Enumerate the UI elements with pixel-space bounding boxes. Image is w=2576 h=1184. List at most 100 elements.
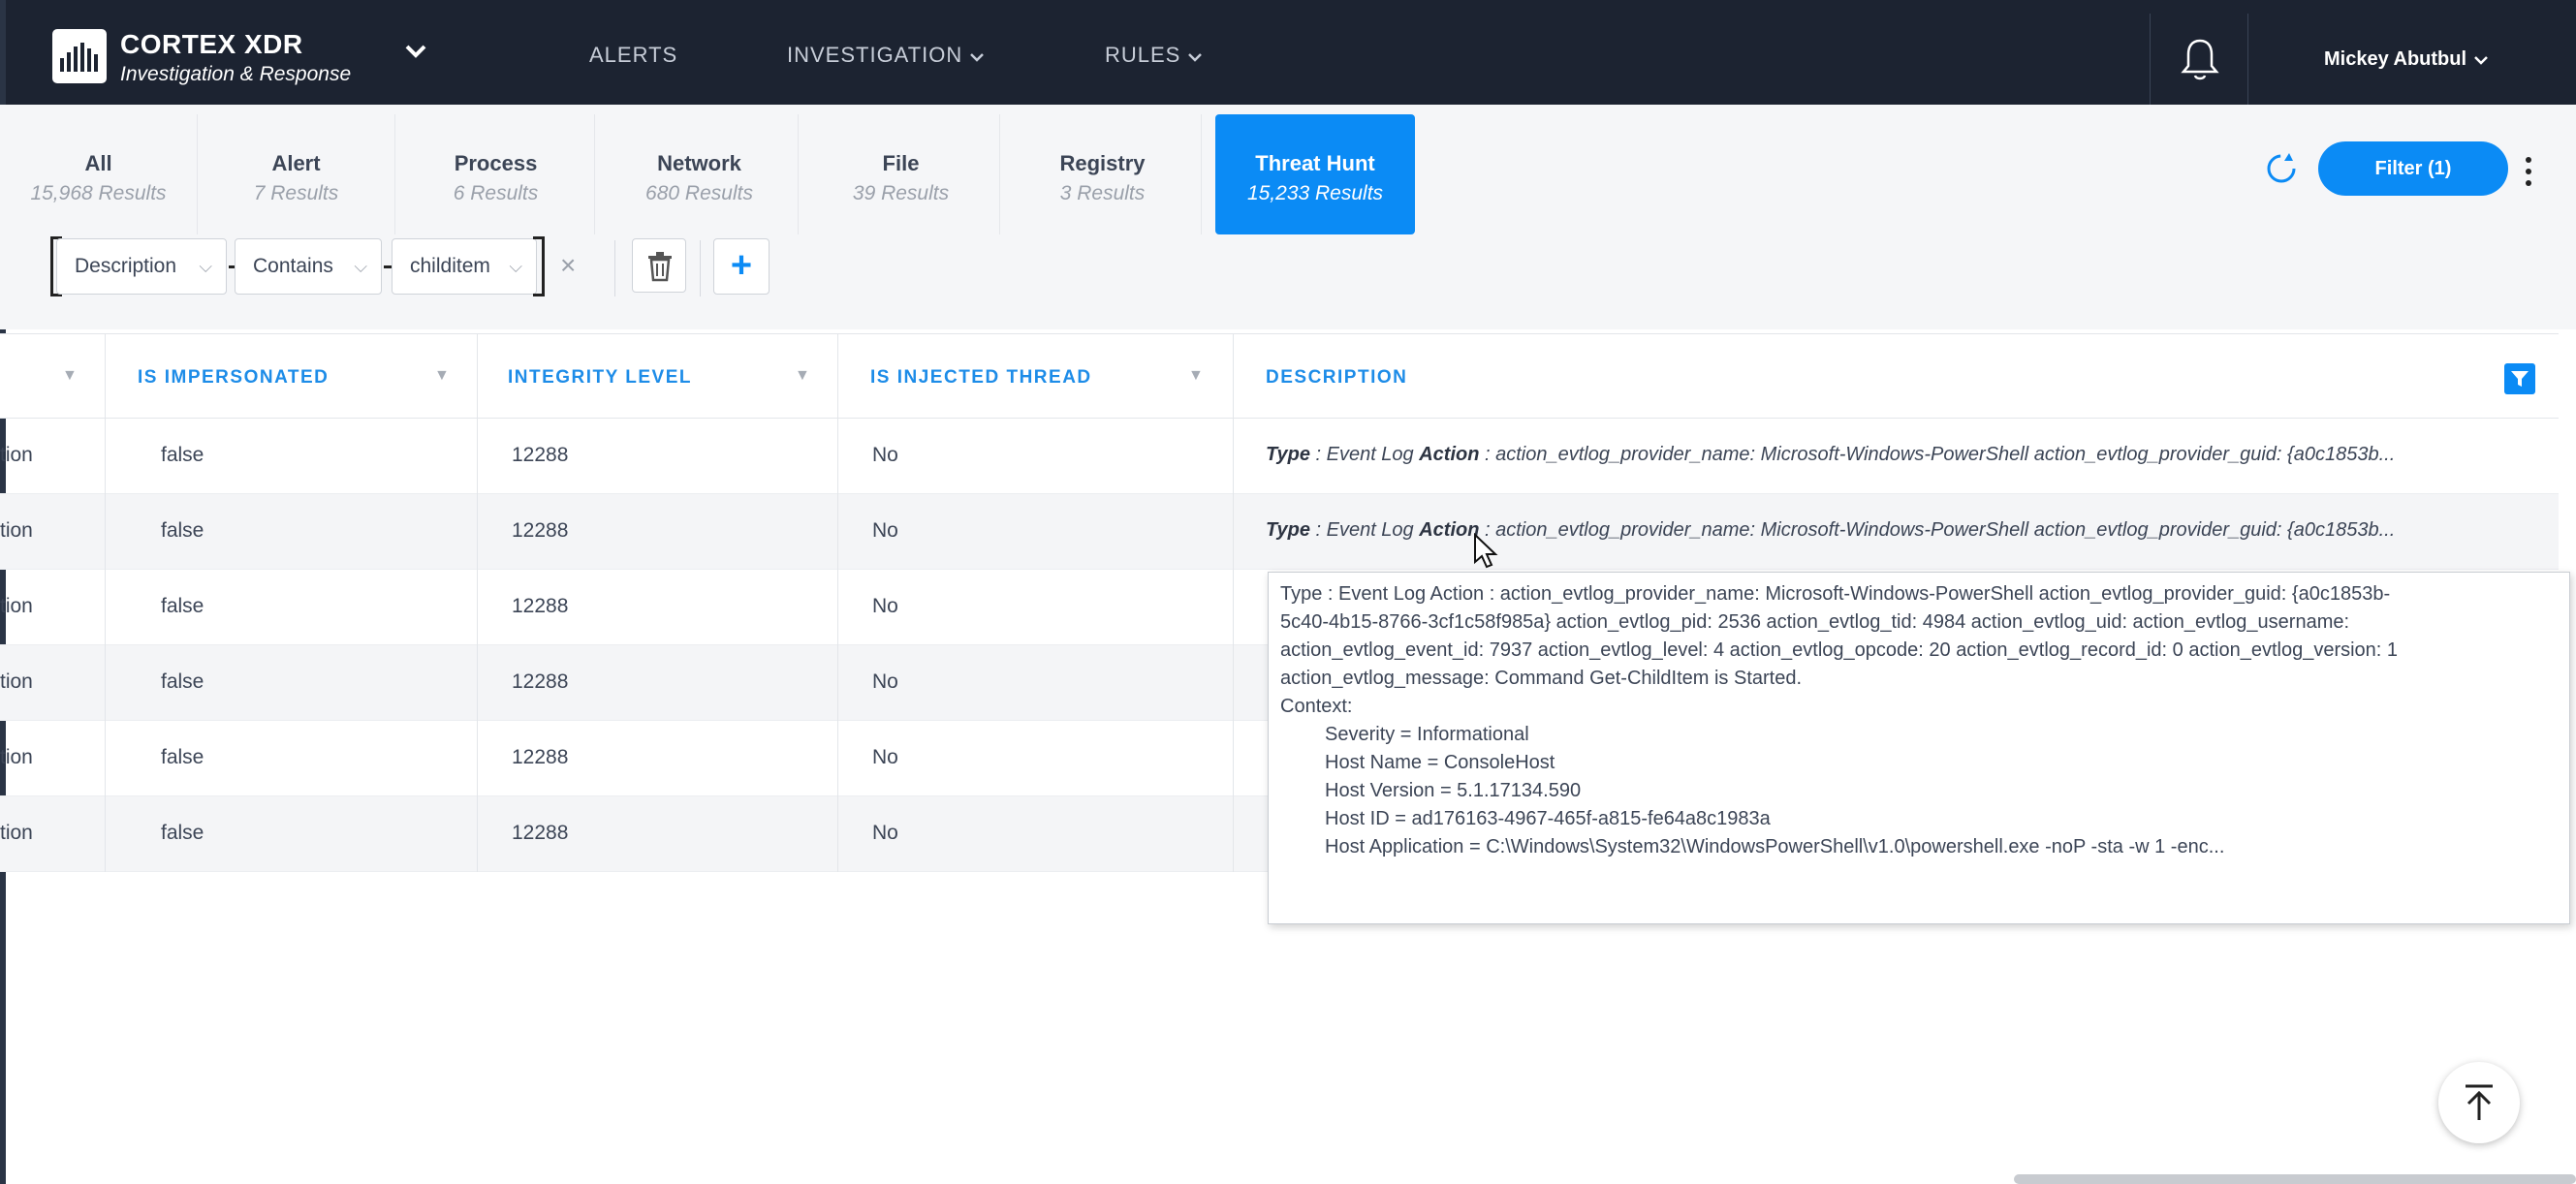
- cell-prev-column: tion: [0, 444, 33, 466]
- scroll-to-top-button[interactable]: [2438, 1062, 2520, 1143]
- cell-prev-column: tion: [0, 670, 33, 693]
- desc-action-label: Action: [1419, 519, 1480, 541]
- tab-count: 7 Results: [253, 182, 339, 204]
- tab-label: All: [84, 151, 112, 175]
- tab-file[interactable]: File 39 Results: [802, 114, 1000, 234]
- tab-label: Alert: [271, 151, 321, 175]
- column-filter-icon[interactable]: ▼: [434, 367, 450, 385]
- column-header-description[interactable]: DESCRIPTION: [1266, 367, 1407, 389]
- chevron-down-icon: [1188, 43, 1203, 68]
- column-header-is-impersonated[interactable]: IS IMPERSONATED: [138, 367, 329, 389]
- column-filter-icon[interactable]: ▼: [62, 367, 78, 385]
- kebab-menu-icon[interactable]: [2526, 157, 2533, 186]
- cell-integrity-level: 12288: [512, 670, 569, 693]
- column-filter-icon[interactable]: ▼: [1188, 367, 1204, 385]
- tab-label: Registry: [1059, 151, 1146, 175]
- filter-operator-select[interactable]: Contains ⌵: [235, 238, 382, 295]
- chevron-down-icon[interactable]: [405, 45, 426, 63]
- notifications-button[interactable]: [2150, 14, 2248, 105]
- desc-rest: : action_evtlog_provider_name: Microsoft…: [1479, 519, 2396, 541]
- tab-threat-hunt[interactable]: Threat Hunt 15,233 Results: [1215, 114, 1415, 234]
- cell-is-injected-thread: No: [872, 519, 898, 542]
- cell-is-injected-thread: No: [872, 746, 898, 768]
- tab-alert[interactable]: Alert 7 Results: [198, 114, 395, 234]
- tab-label: Network: [657, 151, 741, 175]
- trash-icon: [648, 252, 672, 282]
- nav-investigation-label: INVESTIGATION: [787, 43, 963, 67]
- cell-integrity-level: 12288: [512, 519, 569, 542]
- horizontal-scrollbar[interactable]: [2014, 1174, 2576, 1184]
- cell-is-impersonated: false: [161, 519, 204, 542]
- cell-is-impersonated: false: [161, 746, 204, 768]
- arrow-up-icon: [2466, 1084, 2493, 1120]
- tab-label: Process: [454, 151, 538, 175]
- tooltip-host-version: Host Version = 5.1.17134.590: [1325, 780, 1582, 801]
- desc-rest: : action_evtlog_provider_name: Microsoft…: [1479, 444, 2396, 465]
- tooltip-context-label: Context:: [1280, 696, 1353, 717]
- filter-value-text: childitem: [410, 255, 490, 277]
- tooltip-host-name: Host Name = ConsoleHost: [1325, 752, 1555, 773]
- tab-network[interactable]: Network 680 Results: [601, 114, 799, 234]
- cell-integrity-level: 12288: [512, 595, 569, 617]
- cell-prev-column: tion: [0, 746, 33, 768]
- mouse-cursor-icon: [1473, 532, 1498, 575]
- top-navigation-bar: CORTEX XDR Investigation & Response ALER…: [0, 0, 2576, 105]
- divider: [614, 240, 615, 296]
- column-header-integrity-level[interactable]: INTEGRITY LEVEL: [508, 367, 692, 389]
- tab-registry[interactable]: Registry 3 Results: [1004, 114, 1202, 234]
- bell-icon: [2181, 39, 2219, 80]
- chevron-down-icon: [2474, 48, 2488, 71]
- cell-integrity-level: 12288: [512, 822, 569, 844]
- delete-filter-button[interactable]: [632, 238, 686, 293]
- cell-is-injected-thread: No: [872, 822, 898, 844]
- nav-alerts-label: ALERTS: [589, 43, 678, 67]
- cell-description: Type : Event Log Action : action_evtlog_…: [1266, 519, 2545, 542]
- nav-investigation[interactable]: INVESTIGATION: [787, 43, 985, 68]
- user-menu[interactable]: Mickey Abutbul: [2324, 48, 2488, 71]
- tab-label: File: [882, 151, 920, 175]
- cell-prev-column: tion: [0, 595, 33, 617]
- filter-button[interactable]: Filter (1): [2318, 141, 2508, 196]
- tooltip-line: 5c40-4b15-8766-3cf1c58f985a} action_evtl…: [1280, 611, 2350, 633]
- filter-row: [0, 240, 2576, 329]
- filter-value-input[interactable]: childitem ⌵: [392, 238, 537, 295]
- tab-label: Threat Hunt: [1255, 151, 1375, 175]
- cell-is-injected-thread: No: [872, 670, 898, 693]
- table-row[interactable]: tion false 12288 No Type : Event Log Act…: [0, 419, 2559, 494]
- filter-group-bracket-right: [533, 236, 545, 296]
- description-tooltip: Type : Event Log Action : action_evtlog_…: [1268, 572, 2570, 924]
- cell-integrity-level: 12288: [512, 746, 569, 768]
- tab-count: 680 Results: [645, 182, 753, 204]
- cell-prev-column: tion: [0, 822, 33, 844]
- cortex-logo-icon[interactable]: [52, 29, 107, 83]
- brand-title: CORTEX XDR: [120, 29, 303, 59]
- tab-count: 15,968 Results: [30, 182, 167, 204]
- tab-process[interactable]: Process 6 Results: [397, 114, 595, 234]
- tooltip-host-id: Host ID = ad176163-4967-465f-a815-fe64a8…: [1325, 808, 1771, 829]
- tooltip-line: Type : Event Log Action : action_evtlog_…: [1280, 583, 2391, 605]
- column-divider: [1233, 333, 1234, 872]
- divider: [700, 240, 701, 296]
- filter-field-select[interactable]: Description ⌵: [56, 238, 227, 295]
- tab-count: 39 Results: [852, 182, 950, 204]
- column-filter-icon[interactable]: ▼: [795, 367, 810, 385]
- column-header-is-injected-thread[interactable]: IS INJECTED THREAD: [870, 367, 1092, 389]
- cell-prev-column: tion: [0, 519, 33, 542]
- chevron-down-icon: ⌵: [354, 257, 367, 276]
- tooltip-line: action_evtlog_event_id: 7937 action_evtl…: [1280, 639, 2399, 661]
- close-icon[interactable]: ×: [560, 250, 576, 281]
- desc-type-label: Type: [1266, 444, 1310, 465]
- desc-type-value: : Event Log: [1309, 519, 1420, 541]
- cell-integrity-level: 12288: [512, 444, 569, 466]
- nav-alerts[interactable]: ALERTS: [589, 43, 677, 68]
- tab-all[interactable]: All 15,968 Results: [0, 114, 198, 234]
- table-row[interactable]: tion false 12288 No Type : Event Log Act…: [0, 494, 2559, 570]
- user-name: Mickey Abutbul: [2324, 48, 2467, 70]
- desc-type-value: : Event Log: [1309, 444, 1420, 465]
- nav-rules[interactable]: RULES: [1105, 43, 1203, 68]
- filter-funnel-icon[interactable]: [2504, 363, 2535, 394]
- brand: CORTEX XDR Investigation & Response: [120, 29, 351, 86]
- refresh-icon[interactable]: [2260, 147, 2303, 195]
- add-filter-button[interactable]: +: [713, 238, 770, 295]
- desc-type-label: Type: [1266, 519, 1310, 541]
